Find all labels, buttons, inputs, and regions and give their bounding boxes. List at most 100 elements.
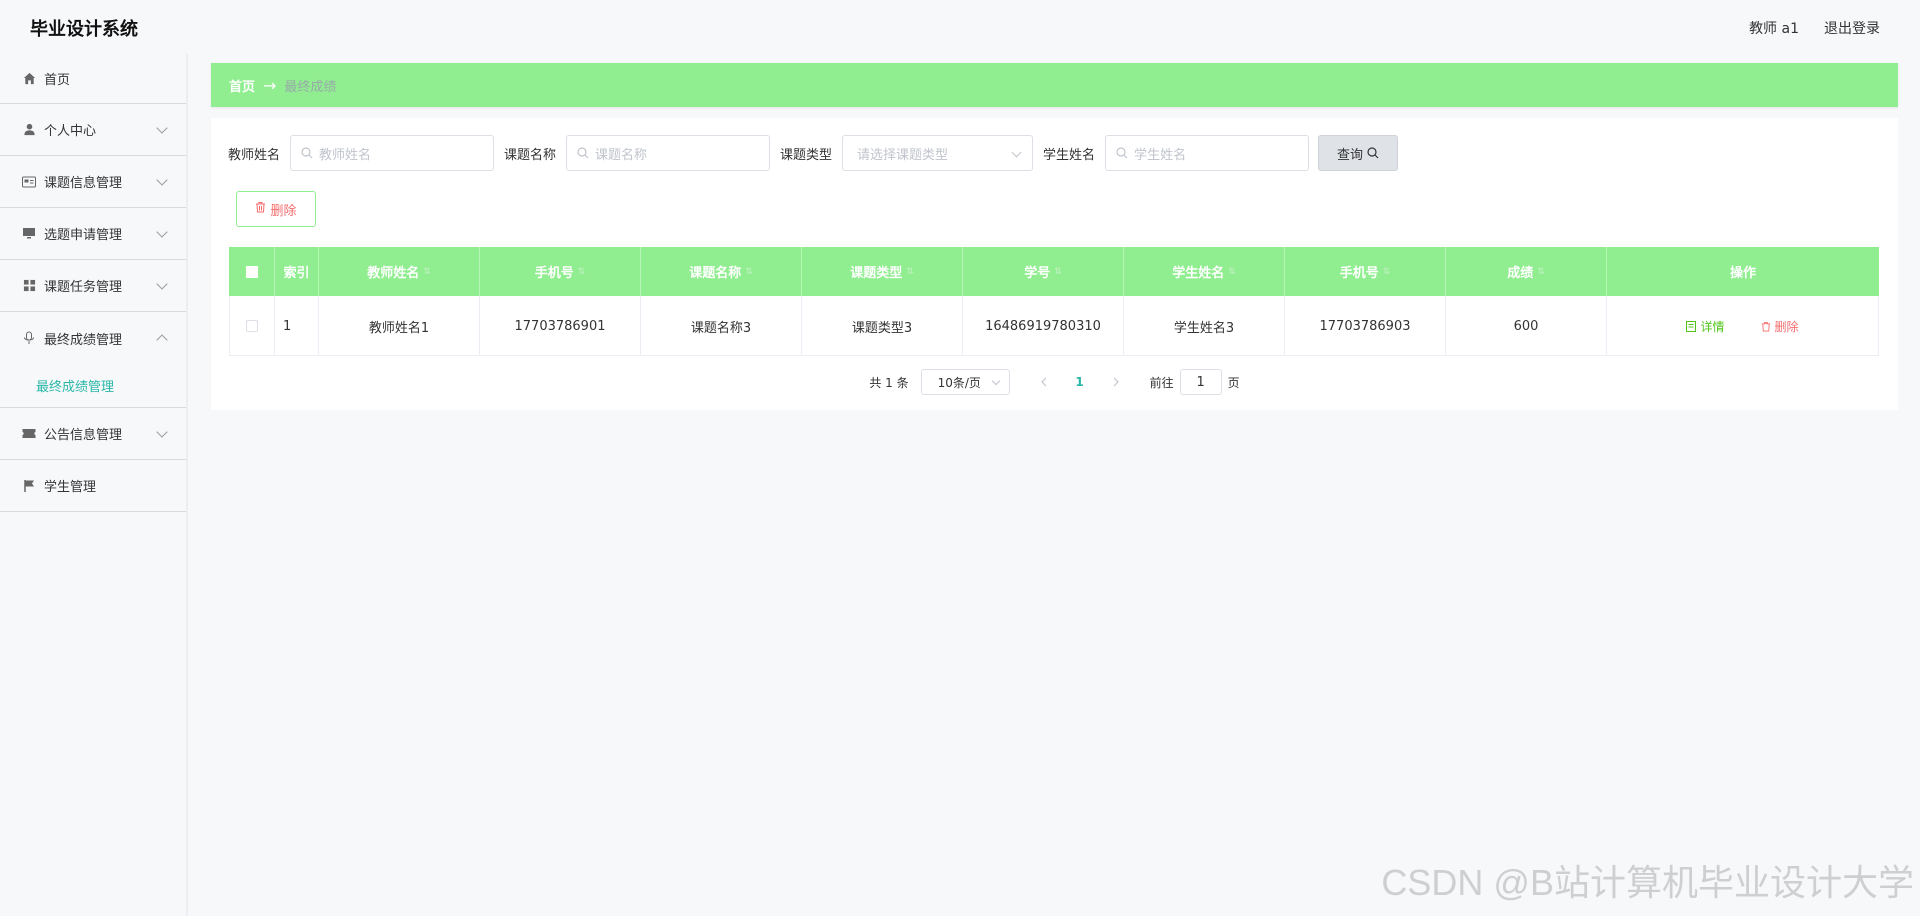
cell-student-phone: 17703786903 xyxy=(1285,296,1446,356)
header-label: 手机号 xyxy=(1339,266,1379,281)
topic-name-input[interactable]: 课题名称 xyxy=(566,135,771,171)
header-label: 课题名称 xyxy=(689,266,742,281)
topic-type-label: 课题类型 xyxy=(780,147,833,163)
document-icon xyxy=(1686,320,1697,332)
chevron-down-icon xyxy=(156,122,168,134)
row-delete-button[interactable]: 删除 xyxy=(1761,318,1799,335)
submenu-item-final-score[interactable]: 最终成绩管理 xyxy=(0,364,186,408)
logout-link[interactable]: 退出登录 xyxy=(1824,18,1880,38)
trash-icon xyxy=(1761,321,1770,331)
breadcrumb: 首页 → 最终成绩 xyxy=(211,63,1898,107)
sidebar-item-label: 课题任务管理 xyxy=(44,280,123,295)
header-label: 手机号 xyxy=(534,266,574,281)
header-label: 课题类型 xyxy=(850,266,903,281)
student-name-label: 学生姓名 xyxy=(1043,147,1096,163)
pagination-total: 共 1 条 xyxy=(869,375,909,390)
teacher-name-label: 教师姓名 xyxy=(228,147,281,163)
query-button-label: 查询 xyxy=(1337,147,1364,163)
sidebar: 首页 个人中心 课题信息管理 选题申请管理 课题任务管理 最终成绩管理 最终成绩… xyxy=(0,54,188,916)
header-label: 学生姓名 xyxy=(1172,266,1225,281)
cell-teacher-name: 教师姓名1 xyxy=(319,296,480,356)
sort-icon[interactable]: ⇅ xyxy=(1537,267,1545,277)
flag-icon xyxy=(22,479,36,493)
batch-delete-button[interactable]: 删除 xyxy=(236,191,316,227)
chevron-down-icon xyxy=(991,376,1000,386)
chevron-down-icon xyxy=(156,426,168,438)
sidebar-item-label: 个人中心 xyxy=(44,124,97,139)
breadcrumb-home[interactable]: 首页 xyxy=(229,76,255,95)
prev-page-button[interactable] xyxy=(1030,368,1058,396)
sidebar-item-profile[interactable]: 个人中心 xyxy=(0,104,186,156)
sidebar-item-notice[interactable]: 公告信息管理 xyxy=(0,408,186,460)
app-title: 毕业设计系统 xyxy=(30,19,138,40)
header-cell[interactable]: 课题类型 ⇅ xyxy=(802,247,963,296)
cell-teacher-phone: 17703786901 xyxy=(480,296,641,356)
page-size-select[interactable]: 10条/页 xyxy=(920,369,1010,395)
select-all-checkbox[interactable] xyxy=(245,265,258,278)
sidebar-item-label: 选题申请管理 xyxy=(44,228,123,243)
pagination: 共 1 条 10条/页 1 前往 1 页 xyxy=(211,368,1898,396)
search-icon xyxy=(301,147,313,159)
header-cell[interactable]: 学号 ⇅ xyxy=(963,247,1124,296)
user-icon xyxy=(22,123,36,137)
sort-icon[interactable]: ⇅ xyxy=(1054,267,1062,277)
teacher-name-input[interactable]: 教师姓名 xyxy=(290,135,495,171)
batch-delete-label: 删除 xyxy=(270,203,297,219)
sort-icon[interactable]: ⇅ xyxy=(906,267,914,277)
header-select-all[interactable] xyxy=(229,247,275,296)
topic-type-select[interactable]: 请选择课题类型 xyxy=(842,135,1034,171)
grid-icon xyxy=(22,279,36,293)
sort-icon[interactable]: ⇅ xyxy=(745,267,753,277)
header-cell[interactable]: 手机号 ⇅ xyxy=(1285,247,1446,296)
sidebar-item-label: 学生管理 xyxy=(44,480,97,495)
breadcrumb-current: 最终成绩 xyxy=(284,79,337,95)
header-label: 学号 xyxy=(1024,266,1051,281)
trash-icon xyxy=(255,201,266,217)
page-number[interactable]: 1 xyxy=(1066,375,1094,389)
next-page-button[interactable] xyxy=(1102,368,1130,396)
microphone-icon xyxy=(22,331,36,345)
student-name-input[interactable]: 学生姓名 xyxy=(1105,135,1310,171)
header-cell[interactable]: 教师姓名 ⇅ xyxy=(319,247,480,296)
detail-button[interactable]: 详情 xyxy=(1686,318,1725,335)
sidebar-item-final-score[interactable]: 最终成绩管理 xyxy=(0,312,186,364)
chevron-up-icon xyxy=(156,334,168,346)
monitor-icon xyxy=(22,227,36,241)
search-icon xyxy=(1116,147,1128,159)
ticket-icon xyxy=(22,427,36,441)
sort-icon[interactable]: ⇅ xyxy=(423,267,431,277)
chevron-right-icon xyxy=(1113,377,1119,387)
id-card-icon xyxy=(22,175,36,189)
sort-icon[interactable]: ⇅ xyxy=(1228,267,1236,277)
sidebar-item-label: 课题信息管理 xyxy=(44,176,123,191)
table-header: 索引 教师姓名 ⇅ 手机号 ⇅ 课题名称 ⇅ 课题类型 ⇅ 学号 ⇅ 学生姓名 ⇅ 手机号 ⇅… xyxy=(229,247,1879,296)
breadcrumb-arrow-icon: → xyxy=(263,75,277,95)
header-cell[interactable]: 学生姓名 ⇅ xyxy=(1124,247,1285,296)
cell-topic-type: 课题类型3 xyxy=(802,296,963,356)
table-row: 1 教师姓名1 17703786901 课题名称3 课题类型3 16486919… xyxy=(229,296,1879,356)
row-checkbox[interactable] xyxy=(246,320,258,332)
header-cell[interactable]: 成绩 ⇅ xyxy=(1446,247,1607,296)
current-user: 教师 a1 xyxy=(1749,21,1799,37)
header-cell[interactable]: 手机号 ⇅ xyxy=(480,247,641,296)
sort-icon[interactable]: ⇅ xyxy=(1383,267,1391,277)
sidebar-item-topic-info[interactable]: 课题信息管理 xyxy=(0,156,186,208)
header-cell[interactable]: 课题名称 ⇅ xyxy=(641,247,802,296)
sidebar-item-home[interactable]: 首页 xyxy=(0,54,186,104)
teacher-name-placeholder: 教师姓名 xyxy=(319,147,372,163)
chevron-down-icon xyxy=(1011,147,1022,158)
sidebar-item-label: 最终成绩管理 xyxy=(44,332,123,348)
header-cell: 操作 xyxy=(1729,266,1756,281)
query-button[interactable]: 查询 xyxy=(1318,135,1399,171)
sidebar-item-topic-task[interactable]: 课题任务管理 xyxy=(0,260,186,312)
sort-icon[interactable]: ⇅ xyxy=(578,267,586,277)
sidebar-item-topic-apply[interactable]: 选题申请管理 xyxy=(0,208,186,260)
student-name-placeholder: 学生姓名 xyxy=(1134,147,1187,163)
sidebar-item-students[interactable]: 学生管理 xyxy=(0,460,186,512)
row-delete-label: 删除 xyxy=(1774,319,1799,334)
cell-score: 600 xyxy=(1446,296,1607,356)
row-select-cell[interactable] xyxy=(230,296,275,356)
data-table: 索引 教师姓名 ⇅ 手机号 ⇅ 课题名称 ⇅ 课题类型 ⇅ 学号 ⇅ 学生姓名 ⇅ 手机号 ⇅… xyxy=(229,247,1879,356)
goto-page-input[interactable]: 1 xyxy=(1179,369,1222,395)
detail-label: 详情 xyxy=(1700,319,1725,334)
